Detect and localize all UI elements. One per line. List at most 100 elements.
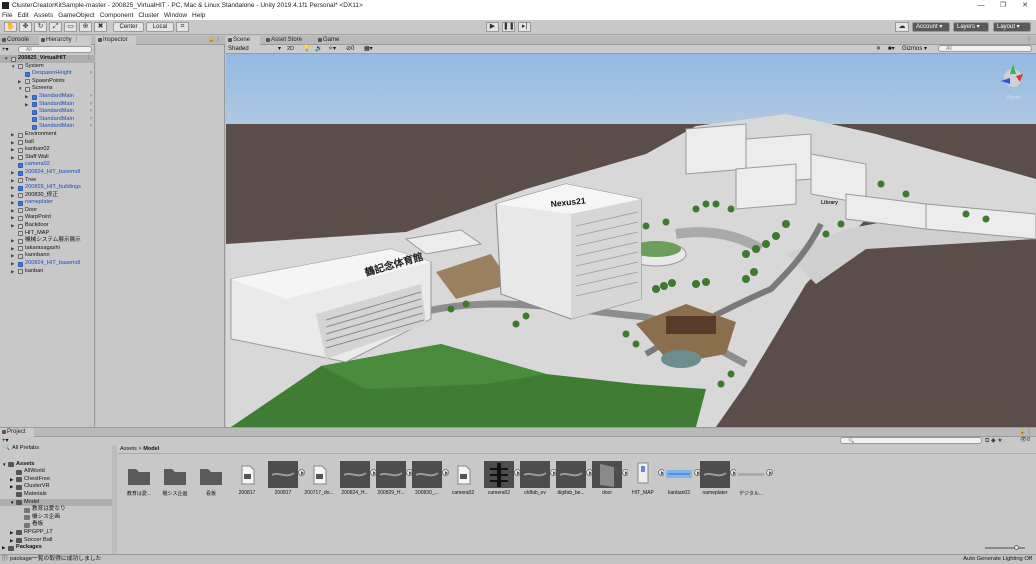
hierarchy-item[interactable]: ▼ System xyxy=(0,63,95,71)
hierarchy-item[interactable]: DespawnHeight › xyxy=(0,70,95,78)
expand-right-icon[interactable]: ▶ xyxy=(10,537,13,545)
project-search-input[interactable]: 🔍 xyxy=(840,437,982,444)
hierarchy-item[interactable]: ▶ ball xyxy=(0,139,95,147)
snap-icon[interactable]: ⌗ xyxy=(176,22,189,32)
project-folder-item[interactable]: 教育は愛なり xyxy=(0,506,116,514)
hierarchy-item[interactable]: ▼ 200825_VirtualHIT ⋮ xyxy=(0,55,95,63)
menu-cluster[interactable]: Cluster xyxy=(138,12,159,19)
chevron-right-icon[interactable]: › xyxy=(90,70,92,78)
hierarchy-item[interactable]: ▶ SpawnPoints xyxy=(0,78,95,86)
menu-assets[interactable]: Assets xyxy=(34,12,54,19)
layout-dropdown[interactable]: Layout ▾ xyxy=(993,22,1031,32)
expand-right-icon[interactable]: ▶ xyxy=(11,237,14,245)
chevron-right-icon[interactable]: › xyxy=(90,93,92,101)
menu-file[interactable]: File xyxy=(2,12,12,19)
expand-right-icon[interactable]: ▶ xyxy=(11,184,14,192)
close-button[interactable]: ✕ xyxy=(1014,0,1036,11)
asset-item[interactable]: 200717_do... xyxy=(302,459,336,499)
hierarchy-item[interactable]: ▶ 200824_HIT_basemdl xyxy=(0,169,95,177)
hierarchy-item[interactable]: ▶ 200824_HIT_basemdl xyxy=(0,260,95,268)
chevron-right-icon[interactable]: › xyxy=(90,101,92,109)
expand-right-icon[interactable]: ▶ xyxy=(11,139,14,147)
expand-right-icon[interactable]: ▶ xyxy=(2,544,5,552)
hierarchy-item[interactable]: ▶ nameplater xyxy=(0,199,95,207)
hierarchy-item[interactable]: StandardMain › xyxy=(0,123,95,131)
project-panel-menu-icon[interactable]: 🔒⋮ xyxy=(1019,428,1032,437)
chevron-right-icon[interactable]: › xyxy=(90,116,92,124)
menu-help[interactable]: Help xyxy=(192,12,205,19)
rotate-tool-icon[interactable]: ↻ xyxy=(34,22,47,32)
effects-dropdown-icon[interactable]: ✧▾ xyxy=(328,45,336,53)
expand-down-icon[interactable]: ▼ xyxy=(11,63,15,71)
campus-3d-view[interactable]: 鶴記念体育館 Nexus21 Library Persp xyxy=(226,54,1036,427)
menu-gameobject[interactable]: GameObject xyxy=(58,12,95,19)
expand-right-icon[interactable]: ▶ xyxy=(11,192,14,200)
asset-item[interactable]: camera02 xyxy=(482,459,521,499)
scene-canvas[interactable]: 鶴記念体育館 Nexus21 Library Persp xyxy=(226,54,1036,427)
expand-right-icon[interactable]: ▶ xyxy=(11,146,14,154)
expand-right-icon[interactable]: ▶ xyxy=(10,483,13,491)
menu-component[interactable]: Component xyxy=(100,12,134,19)
tab-scene[interactable]: Scene xyxy=(226,36,260,45)
grid-toggle-icon[interactable]: ▦▾ xyxy=(364,45,373,53)
hierarchy-item[interactable]: StandardMain › xyxy=(0,108,95,116)
hierarchy-item[interactable]: ▶ takarasagashi xyxy=(0,245,95,253)
pivot-center-toggle[interactable]: Center xyxy=(113,22,144,32)
rect-tool-icon[interactable]: ▭ xyxy=(64,22,77,32)
expand-down-icon[interactable]: ▼ xyxy=(2,461,6,469)
audio-toggle-icon[interactable]: 🔊 xyxy=(315,45,322,53)
expand-down-icon[interactable]: ▼ xyxy=(18,85,22,93)
camera-icon[interactable]: ■▾ xyxy=(888,45,895,53)
expand-right-icon[interactable]: ▶ xyxy=(11,207,14,215)
asset-item[interactable]: 200829_H... xyxy=(374,459,413,499)
hierarchy-item[interactable]: ▼ Screens xyxy=(0,85,95,93)
tab-inspector[interactable]: Inspector xyxy=(96,36,136,45)
asset-item[interactable]: nameplater xyxy=(698,459,737,499)
transform-tool-icon[interactable]: ⊕ xyxy=(79,22,92,32)
expand-right-icon[interactable]: ▶ xyxy=(11,222,14,230)
scale-tool-icon[interactable]: ⤢ xyxy=(49,22,62,32)
tab-console[interactable]: Console xyxy=(0,36,38,45)
expand-right-icon[interactable]: ▶ xyxy=(11,260,14,268)
status-message[interactable]: package一覧の取得に成功しました xyxy=(10,555,101,564)
create-plus-icon[interactable]: +▾ xyxy=(2,46,9,53)
hierarchy-item[interactable]: ▶ 200830_修正 xyxy=(0,192,95,200)
hierarchy-item[interactable]: ▶ Environment xyxy=(0,131,95,139)
expand-right-icon[interactable]: ▶ xyxy=(11,169,14,177)
tab-asset-store[interactable]: Asset Store xyxy=(264,36,312,45)
folder-tree-scrollbar[interactable] xyxy=(112,445,117,555)
menu-window[interactable]: Window xyxy=(164,12,187,19)
asset-item[interactable]: 200824_H... xyxy=(338,459,377,499)
play-button-icon[interactable]: ▶ xyxy=(486,22,499,32)
inspector-lock-icon[interactable]: 🔒⋮ xyxy=(208,36,221,45)
cloud-icon[interactable]: ☁ xyxy=(895,22,909,32)
breadcrumb-assets[interactable]: Assets xyxy=(120,446,137,452)
scene-search-input[interactable]: All xyxy=(938,45,1032,52)
gizmos-dropdown[interactable]: Gizmos ▾ xyxy=(902,45,927,53)
hierarchy-item[interactable]: ▶ StandardMain › xyxy=(0,101,95,109)
hierarchy-item[interactable]: camera02 xyxy=(0,161,95,169)
expand-down-icon[interactable]: ▼ xyxy=(4,55,8,63)
hierarchy-item[interactable]: StandardMain › xyxy=(0,116,95,124)
project-folder-item[interactable]: ▶ ClusterVR xyxy=(0,483,116,491)
hierarchy-search-input[interactable]: All xyxy=(18,46,92,53)
all-prefabs-favorite[interactable]: 🔍 All Prefabs xyxy=(0,445,116,453)
project-folder-item[interactable]: 機シス企画 xyxy=(0,514,116,522)
2d-toggle[interactable]: 2D xyxy=(287,45,299,53)
thumbnail-size-slider[interactable] xyxy=(985,547,1025,549)
asset-item[interactable]: 200830_... xyxy=(410,459,449,499)
expand-right-icon[interactable]: ▶ xyxy=(11,177,14,185)
hierarchy-item[interactable]: ▶ Staff Wall xyxy=(0,154,95,162)
asset-item[interactable]: camera02 xyxy=(446,459,480,499)
asset-item[interactable]: 教育は愛... xyxy=(122,459,156,499)
hierarchy-item[interactable]: ▶ WarpPoint xyxy=(0,214,95,222)
pause-button-icon[interactable]: ❚❚ xyxy=(502,22,515,32)
expand-right-icon[interactable]: ▶ xyxy=(18,78,21,86)
expand-right-icon[interactable]: ▶ xyxy=(11,154,14,162)
tab-project[interactable]: Project xyxy=(0,428,34,437)
tab-game[interactable]: Game xyxy=(316,36,348,45)
hand-tool-icon[interactable]: ✋ xyxy=(4,22,17,32)
asset-item[interactable]: 看板 xyxy=(194,459,228,499)
lighting-toggle-icon[interactable]: 💡 xyxy=(303,45,310,53)
project-folder-item[interactable]: ▶ RPGPP_LT xyxy=(0,529,116,537)
